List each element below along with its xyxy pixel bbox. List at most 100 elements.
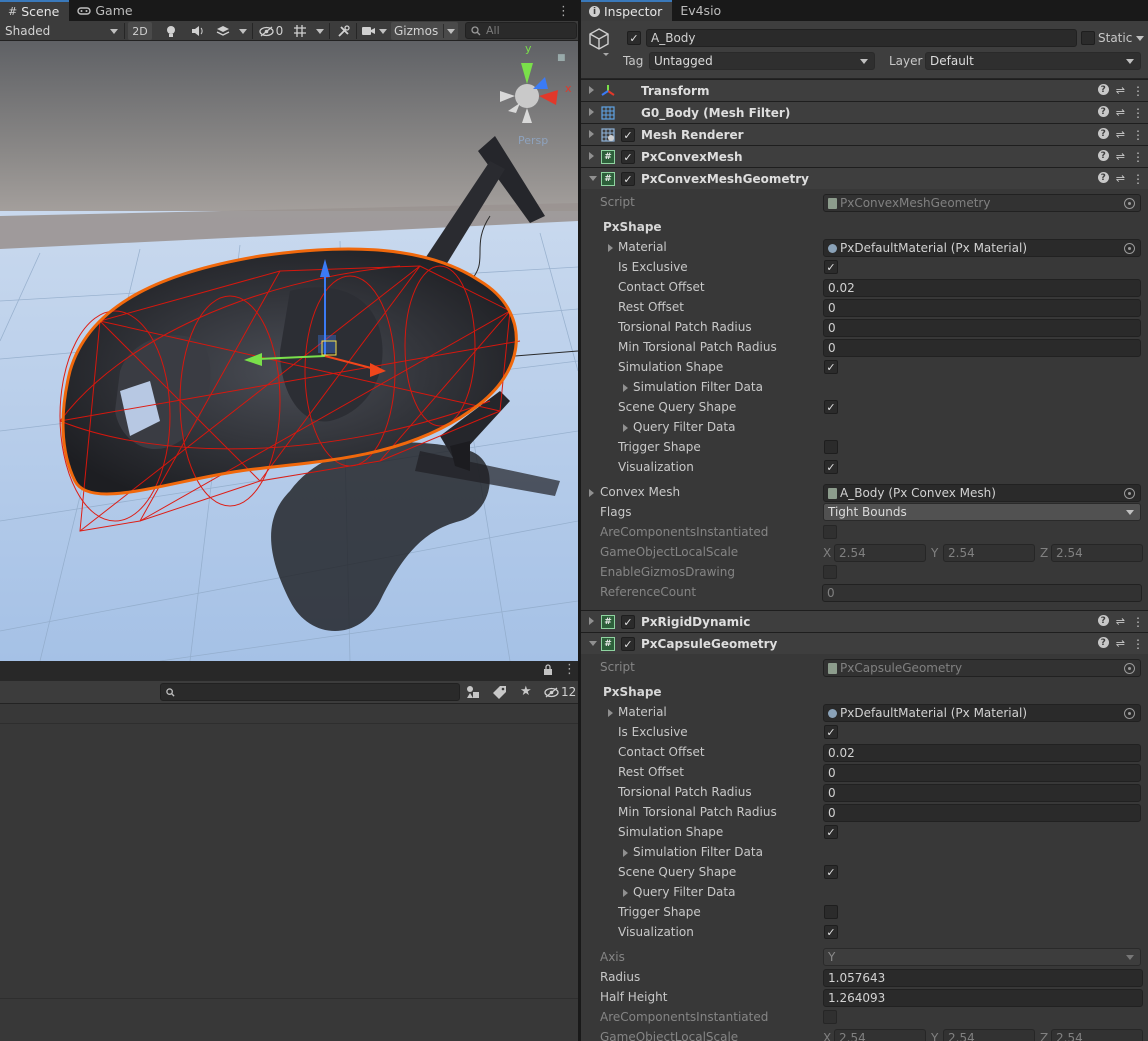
simulation-shape-checkbox[interactable]: ✓ [824, 360, 838, 374]
preset-sliders-icon[interactable]: ⇌ [1116, 84, 1125, 98]
material-field[interactable]: PxDefaultMaterial (Px Material) [823, 704, 1141, 722]
component-px-convex-mesh-geometry[interactable]: # ✓ PxConvexMeshGeometry ? ⇌ ⋮ [581, 167, 1148, 189]
foldout-icon[interactable] [589, 617, 594, 625]
grid-toggle-button[interactable] [289, 22, 311, 40]
component-px-rigid-dynamic[interactable]: # ✓ PxRigidDynamic ? ⇌ ⋮ [581, 610, 1148, 632]
tools-button[interactable] [332, 22, 354, 40]
context-menu-icon[interactable]: ⋮ [1132, 615, 1144, 629]
foldout-expanded-icon[interactable] [589, 176, 597, 181]
foldout-icon[interactable] [608, 244, 613, 252]
scene-query-shape-checkbox[interactable]: ✓ [824, 865, 838, 879]
scene-query-shape-checkbox[interactable]: ✓ [824, 400, 838, 414]
lock-icon[interactable] [543, 664, 553, 676]
query-filter-data-label[interactable]: Query Filter Data [633, 885, 735, 899]
rest-offset-input[interactable]: 0 [823, 764, 1141, 782]
is-exclusive-checkbox[interactable]: ✓ [824, 725, 838, 739]
material-field[interactable]: PxDefaultMaterial (Px Material) [823, 239, 1141, 257]
camera-dropdown[interactable] [377, 22, 389, 40]
label-tag-icon[interactable] [493, 685, 507, 699]
help-icon[interactable]: ? [1097, 172, 1109, 183]
filter-by-type-icon[interactable] [466, 685, 480, 699]
preset-sliders-icon[interactable]: ⇌ [1116, 637, 1125, 651]
favorites-star-icon[interactable]: ★ [520, 684, 532, 699]
visualization-checkbox[interactable]: ✓ [824, 925, 838, 939]
component-enabled-checkbox[interactable]: ✓ [621, 128, 635, 142]
camera-settings-button[interactable] [358, 22, 378, 40]
visualization-checkbox[interactable]: ✓ [824, 460, 838, 474]
foldout-icon[interactable] [623, 384, 628, 392]
preset-sliders-icon[interactable]: ⇌ [1116, 172, 1125, 186]
2d-toggle-button[interactable]: 2D [128, 22, 152, 40]
component-enabled-checkbox[interactable]: ✓ [621, 615, 635, 629]
foldout-icon[interactable] [589, 152, 594, 160]
help-icon[interactable]: ? [1097, 106, 1109, 117]
is-exclusive-checkbox[interactable]: ✓ [824, 260, 838, 274]
scene-visibility-toggle[interactable]: 0 [256, 22, 286, 40]
static-dropdown-icon[interactable] [1136, 36, 1144, 41]
simulation-filter-data-label[interactable]: Simulation Filter Data [633, 380, 763, 394]
tab-scene[interactable]: # Scene [0, 0, 70, 21]
flags-dropdown[interactable]: Tight Bounds [823, 503, 1141, 521]
torsional-patch-radius-input[interactable]: 0 [823, 319, 1141, 337]
gizmos-dropdown[interactable]: Gizmos [391, 22, 458, 40]
contact-offset-input[interactable]: 0.02 [823, 279, 1141, 297]
foldout-icon[interactable] [589, 86, 594, 94]
component-enabled-checkbox[interactable]: ✓ [621, 150, 635, 164]
trigger-shape-checkbox[interactable] [824, 440, 838, 454]
context-menu-icon[interactable]: ⋮ [1132, 106, 1144, 120]
component-mesh-renderer[interactable]: ✓ Mesh Renderer ? ⇌ ⋮ [581, 123, 1148, 145]
help-icon[interactable]: ? [1097, 84, 1109, 95]
help-icon[interactable]: ? [1097, 615, 1109, 626]
component-transform[interactable]: Transform ? ⇌ ⋮ [581, 79, 1148, 101]
preset-sliders-icon[interactable]: ⇌ [1116, 150, 1125, 164]
component-enabled-checkbox[interactable]: ✓ [621, 637, 635, 651]
context-menu-icon[interactable]: ⋮ [1132, 172, 1144, 186]
gameobject-name-field[interactable]: A_Body [646, 29, 1077, 47]
static-checkbox[interactable] [1081, 31, 1095, 45]
simulation-shape-checkbox[interactable]: ✓ [824, 825, 838, 839]
help-icon[interactable]: ? [1097, 150, 1109, 161]
rest-offset-input[interactable]: 0 [823, 299, 1141, 317]
gameobject-active-checkbox[interactable]: ✓ [627, 31, 641, 45]
foldout-icon[interactable] [589, 108, 594, 116]
lock-icon[interactable]: ■ [557, 53, 566, 63]
preset-sliders-icon[interactable]: ⇌ [1116, 615, 1125, 629]
preset-sliders-icon[interactable]: ⇌ [1116, 106, 1125, 120]
help-icon[interactable]: ? [1097, 637, 1109, 648]
help-icon[interactable]: ? [1097, 128, 1109, 139]
component-enabled-checkbox[interactable]: ✓ [621, 172, 635, 186]
effects-dropdown[interactable] [236, 22, 250, 40]
persp-label[interactable]: Persp [518, 134, 548, 147]
foldout-icon[interactable] [589, 130, 594, 138]
foldout-expanded-icon[interactable] [589, 641, 597, 646]
lighting-toggle-button[interactable] [160, 22, 182, 40]
convex-mesh-field[interactable]: A_Body (Px Convex Mesh) [823, 484, 1141, 502]
tab-game[interactable]: Game [69, 0, 142, 21]
tab-inspector[interactable]: i Inspector [581, 0, 673, 21]
foldout-icon[interactable] [608, 709, 613, 717]
grid-dropdown[interactable] [313, 22, 327, 40]
query-filter-data-label[interactable]: Query Filter Data [633, 420, 735, 434]
torsional-patch-radius-input[interactable]: 0 [823, 784, 1141, 802]
hierarchy-search-input[interactable] [160, 683, 460, 701]
tab-ev4sio[interactable]: Ev4sio [672, 0, 731, 21]
simulation-filter-data-label[interactable]: Simulation Filter Data [633, 845, 763, 859]
more-menu-icon[interactable]: ⋮ [557, 4, 570, 19]
component-px-capsule-geometry[interactable]: # ✓ PxCapsuleGeometry ? ⇌ ⋮ [581, 632, 1148, 654]
foldout-icon[interactable] [623, 424, 628, 432]
preset-sliders-icon[interactable]: ⇌ [1116, 128, 1125, 142]
foldout-icon[interactable] [623, 849, 628, 857]
component-mesh-filter[interactable]: G0_Body (Mesh Filter) ? ⇌ ⋮ [581, 101, 1148, 123]
context-menu-icon[interactable]: ⋮ [1132, 84, 1144, 98]
half-height-input[interactable]: 1.264093 [823, 989, 1143, 1007]
min-torsional-patch-radius-input[interactable]: 0 [823, 804, 1141, 822]
trigger-shape-checkbox[interactable] [824, 905, 838, 919]
layer-dropdown[interactable]: Default [925, 52, 1141, 70]
min-torsional-patch-radius-input[interactable]: 0 [823, 339, 1141, 357]
context-menu-icon[interactable]: ⋮ [1132, 637, 1144, 651]
scene-search-input[interactable]: All [465, 22, 577, 39]
effects-toggle-button[interactable] [212, 22, 234, 40]
audio-toggle-button[interactable] [186, 22, 208, 40]
scene-viewport[interactable]: y x ■ Persp [0, 41, 578, 661]
component-px-convex-mesh[interactable]: # ✓ PxConvexMesh ? ⇌ ⋮ [581, 145, 1148, 167]
